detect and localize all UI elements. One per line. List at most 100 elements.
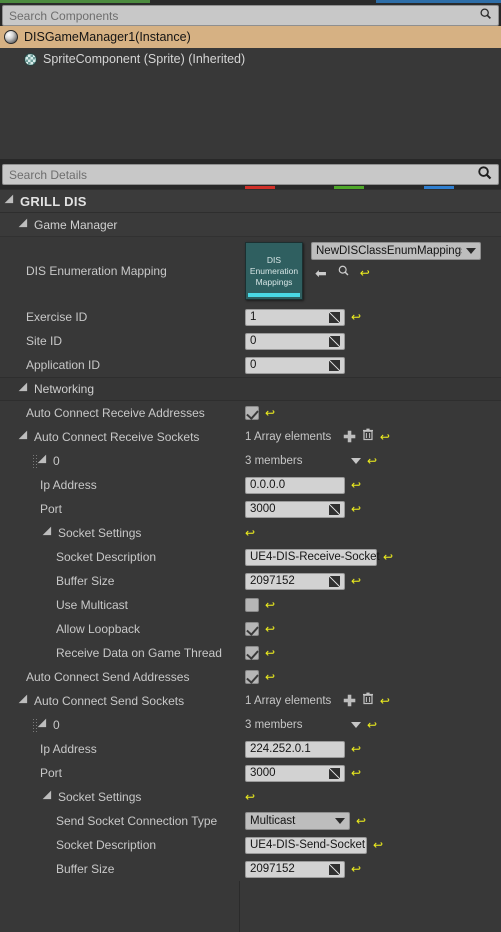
- drag-spinner-icon[interactable]: [329, 575, 340, 587]
- reset-to-default-icon[interactable]: ↩: [383, 551, 393, 563]
- site-id-input[interactable]: 0: [245, 332, 345, 350]
- array-index-label: 0: [53, 718, 60, 732]
- expander-triangle-icon[interactable]: [18, 430, 32, 444]
- search-details-input[interactable]: Search Details: [2, 164, 499, 185]
- label-send-socket-connection-type: Send Socket Connection Type: [56, 814, 218, 828]
- reset-to-default-icon[interactable]: ↩: [265, 599, 275, 611]
- send-port-input[interactable]: 3000: [245, 764, 345, 782]
- label-send-socket-description: Socket Description: [56, 838, 157, 852]
- reset-to-default-icon[interactable]: ↩: [351, 863, 361, 875]
- delete-array-icon[interactable]: [362, 428, 374, 446]
- drag-spinner-icon[interactable]: [329, 311, 340, 323]
- label-receive-port: Port: [40, 502, 63, 516]
- tree-item-disgamemanager[interactable]: DISGameManager1(Instance): [0, 26, 501, 48]
- drag-spinner-icon[interactable]: [329, 359, 340, 371]
- tree-item-spritecomponent[interactable]: SpriteComponent (Sprite) (Inherited): [0, 48, 501, 70]
- reset-to-default-icon[interactable]: ↩: [351, 575, 361, 587]
- drag-spinner-icon[interactable]: [329, 335, 340, 347]
- send-socket-description-value: UE4-DIS-Send-Socket: [250, 839, 366, 851]
- row-receive-ip-address: Ip Address 0.0.0.0 ↩: [0, 473, 501, 497]
- expander-triangle-icon[interactable]: [37, 454, 51, 468]
- expander-triangle-icon[interactable]: [18, 694, 32, 708]
- expander-triangle-icon[interactable]: [18, 382, 32, 396]
- subcategory-header-game-manager[interactable]: Game Manager: [0, 213, 501, 237]
- chevron-down-icon[interactable]: [351, 458, 361, 464]
- search-components-input[interactable]: Search Components: [2, 5, 499, 26]
- drag-handle-icon[interactable]: [32, 454, 37, 468]
- reset-to-default-icon[interactable]: ↩: [351, 311, 361, 323]
- expander-triangle-icon[interactable]: [42, 526, 56, 540]
- reset-to-default-icon[interactable]: ↩: [367, 719, 377, 731]
- delete-array-icon[interactable]: [362, 692, 374, 710]
- drag-handle-icon[interactable]: [32, 718, 37, 732]
- chevron-down-icon[interactable]: [351, 722, 361, 728]
- receive-ip-address-input[interactable]: 0.0.0.0: [245, 476, 345, 494]
- label-auto-connect-receive-addresses: Auto Connect Receive Addresses: [26, 406, 205, 420]
- receive-socket-description-value: UE4-DIS-Receive-Socket: [250, 551, 380, 563]
- reset-to-default-icon[interactable]: ↩: [380, 695, 390, 707]
- reset-to-default-icon[interactable]: ↩: [360, 267, 370, 279]
- receive-data-on-game-thread-checkbox[interactable]: [245, 646, 259, 660]
- browse-asset-icon[interactable]: [337, 264, 350, 282]
- reset-to-default-icon[interactable]: ↩: [265, 671, 275, 683]
- expander-triangle-icon[interactable]: [18, 218, 32, 231]
- reset-to-default-icon[interactable]: ↩: [265, 647, 275, 659]
- reset-to-default-icon[interactable]: ↩: [351, 503, 361, 515]
- row-send-buffer-size: Buffer Size 2097152 ↩: [0, 857, 501, 881]
- use-selected-asset-icon[interactable]: ⬅: [315, 266, 327, 280]
- search-icon: [477, 165, 492, 185]
- drag-spinner-icon[interactable]: [329, 767, 340, 779]
- exercise-id-input[interactable]: 1: [245, 308, 345, 326]
- use-multicast-checkbox[interactable]: [245, 598, 259, 612]
- drag-spinner-icon[interactable]: [329, 503, 340, 515]
- reset-to-default-icon[interactable]: ↩: [351, 479, 361, 491]
- receive-buffer-size-input[interactable]: 2097152: [245, 572, 345, 590]
- reset-to-default-icon[interactable]: ↩: [356, 815, 366, 827]
- send-socket-description-input[interactable]: UE4-DIS-Send-Socket: [245, 836, 367, 854]
- receive-port-input[interactable]: 3000: [245, 500, 345, 518]
- send-socket-connection-type-value: Multicast: [250, 815, 296, 827]
- reset-to-default-icon[interactable]: ↩: [265, 623, 275, 635]
- asset-thumbnail[interactable]: DIS Enumeration Mappings: [245, 242, 303, 300]
- expander-triangle-icon[interactable]: [37, 718, 51, 732]
- asset-picker-combo[interactable]: NewDISClassEnumMappings: [311, 242, 481, 260]
- struct-member-count: 3 members: [245, 719, 303, 731]
- reset-to-default-icon[interactable]: ↩: [245, 527, 255, 539]
- receive-ip-address-value: 0.0.0.0: [250, 479, 286, 491]
- drag-spinner-icon[interactable]: [329, 863, 340, 875]
- expander-triangle-icon[interactable]: [42, 790, 56, 804]
- reset-to-default-icon[interactable]: ↩: [351, 743, 361, 755]
- reset-to-default-icon[interactable]: ↩: [245, 791, 255, 803]
- search-details-placeholder: Search Details: [9, 167, 88, 182]
- array-element-count: 1 Array elements: [245, 431, 332, 443]
- category-header-grill-dis[interactable]: GRILL DIS: [0, 189, 501, 213]
- reset-to-default-icon[interactable]: ↩: [380, 431, 390, 443]
- receive-socket-description-input[interactable]: UE4-DIS-Receive-Socket: [245, 548, 380, 566]
- label-auto-connect-send-addresses: Auto Connect Send Addresses: [26, 670, 190, 684]
- auto-connect-receive-addresses-checkbox[interactable]: [245, 406, 259, 420]
- reset-to-default-icon[interactable]: ↩: [265, 407, 275, 419]
- allow-loopback-checkbox[interactable]: [245, 622, 259, 636]
- auto-connect-send-addresses-checkbox[interactable]: [245, 670, 259, 684]
- row-receive-socket-description: Socket Description UE4-DIS-Receive-Socke…: [0, 545, 501, 569]
- add-array-element-icon[interactable]: ✚: [343, 694, 356, 709]
- send-buffer-size-input[interactable]: 2097152: [245, 860, 345, 878]
- send-buffer-size-value: 2097152: [250, 863, 295, 875]
- add-array-element-icon[interactable]: ✚: [343, 430, 356, 445]
- expander-triangle-icon[interactable]: [4, 194, 18, 208]
- subcategory-header-networking[interactable]: Networking: [0, 377, 501, 401]
- label-receive-ip-address: Ip Address: [40, 478, 97, 492]
- row-dis-enumeration-mapping: DIS Enumeration Mapping DIS Enumeration …: [0, 237, 501, 305]
- label-application-id: Application ID: [26, 358, 101, 372]
- reset-to-default-icon[interactable]: ↩: [367, 455, 377, 467]
- row-exercise-id: Exercise ID 1 ↩: [0, 305, 501, 329]
- send-ip-address-input[interactable]: 224.252.0.1: [245, 740, 345, 758]
- application-id-input[interactable]: 0: [245, 356, 345, 374]
- subcategory-label: Networking: [34, 382, 95, 396]
- send-socket-connection-type-combo[interactable]: Multicast: [245, 812, 350, 830]
- reset-to-default-icon[interactable]: ↩: [373, 839, 383, 851]
- reset-to-default-icon[interactable]: ↩: [351, 767, 361, 779]
- row-send-socket-description: Socket Description UE4-DIS-Send-Socket ↩: [0, 833, 501, 857]
- struct-member-count: 3 members: [245, 455, 303, 467]
- row-send-ip-address: Ip Address 224.252.0.1 ↩: [0, 737, 501, 761]
